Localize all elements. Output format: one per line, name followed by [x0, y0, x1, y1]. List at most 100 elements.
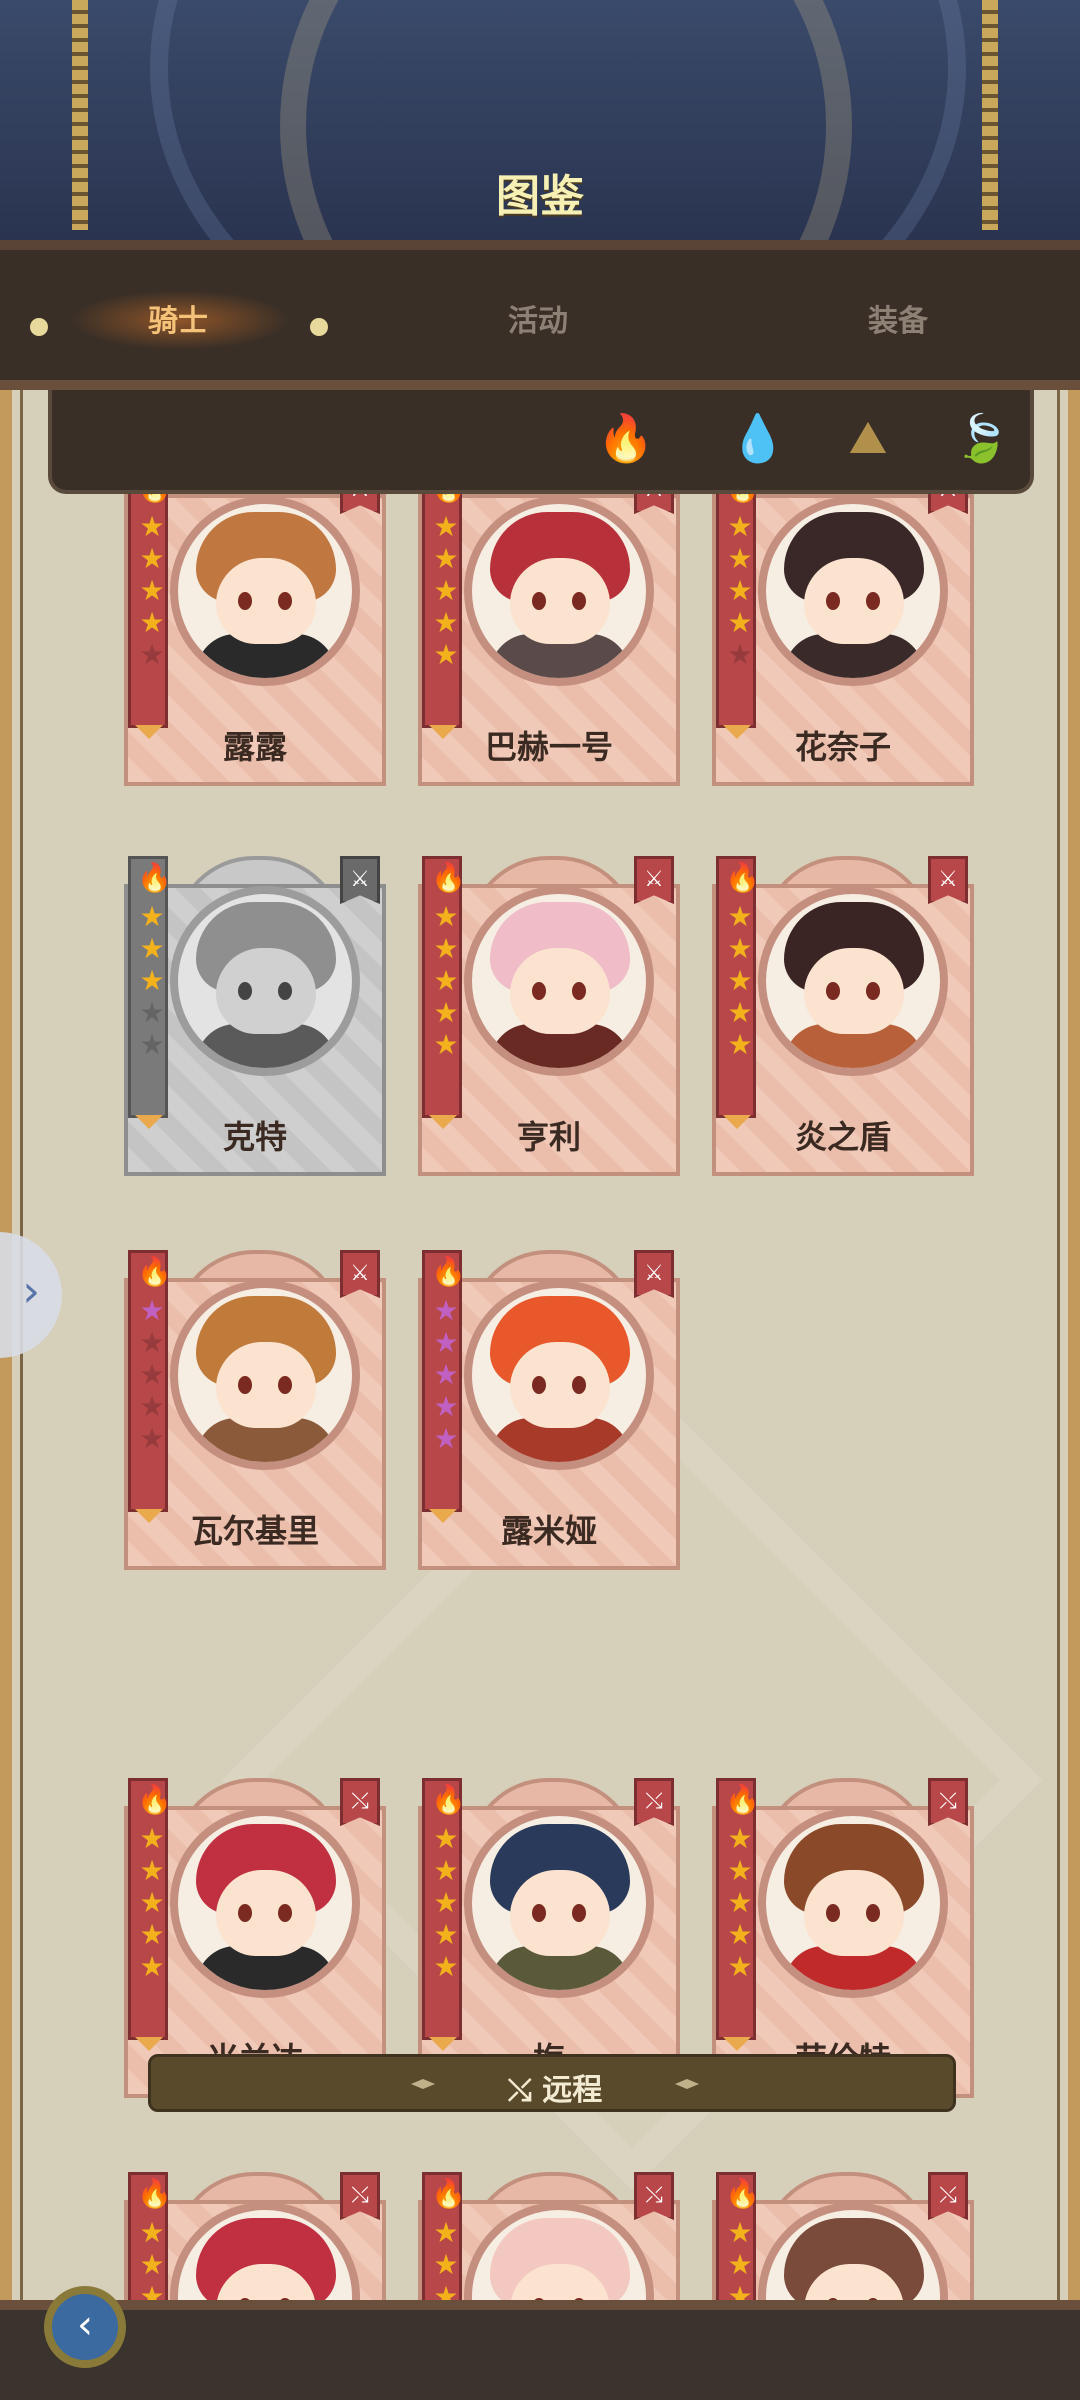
star-icon-empty: ★ [727, 638, 753, 671]
chevron-left-icon: ‹ [77, 2302, 93, 2348]
knight-card[interactable]: 🔥 ★ ★ ★ ★ ★ ⚔ 亨利 [418, 856, 680, 1176]
star-icon-filled: ★ [433, 574, 459, 607]
star-icon-filled: ★ [727, 1950, 753, 1983]
portrait-eye [572, 592, 586, 610]
star-icon-filled: ★ [433, 1422, 459, 1455]
portrait-eye [826, 592, 840, 610]
page-title: 图鉴 [496, 171, 584, 222]
star-icon-filled: ★ [727, 2280, 753, 2301]
water-element-icon[interactable]: 💧 [728, 408, 788, 468]
fire-element-icon: 🔥 [137, 2177, 172, 2210]
portrait-face [216, 1870, 316, 1956]
knight-card[interactable]: 🔥 ★ ★ ★ ★ ★ ⚔ 露米娅 [418, 1250, 680, 1570]
knight-name: 亨利 [516, 1118, 581, 1156]
portrait-eye [532, 1376, 546, 1394]
portrait-face [510, 1342, 610, 1428]
star-icon-filled: ★ [139, 1950, 165, 1983]
knight-card[interactable]: 🔥★★★★★⤯ [418, 2172, 680, 2300]
knight-portrait [170, 1808, 360, 1998]
bow-icon: ⤯ [507, 2073, 543, 2108]
portrait-eye [572, 982, 586, 1000]
star-icon-filled: ★ [727, 1886, 753, 1919]
portrait-eye [532, 1904, 546, 1922]
wind-element-icon[interactable]: 🍃 [952, 408, 1012, 468]
star-icon-filled: ★ [727, 932, 753, 965]
rarity-ribbon: 🔥★★★★★ [422, 2172, 466, 2300]
knight-portrait [464, 1280, 654, 1470]
portrait-eye [278, 1904, 292, 1922]
star-icon-filled: ★ [727, 900, 753, 933]
section-label: ⤯ 远程 [507, 2073, 603, 2108]
star-icon-empty: ★ [139, 1390, 165, 1423]
star-icon-filled: ★ [433, 1028, 459, 1061]
star-icon-filled: ★ [139, 2248, 165, 2281]
knight-card[interactable]: 🔥★★★★★⚔露露 [124, 466, 386, 786]
star-icon-filled: ★ [139, 2216, 165, 2249]
star-icon-filled: ★ [727, 2216, 753, 2249]
fire-element-icon: 🔥 [431, 1255, 466, 1288]
tab-events[interactable]: 活动 [508, 296, 568, 340]
star-icon-filled: ★ [433, 638, 459, 671]
star-icon-filled: ★ [433, 542, 459, 575]
knight-portrait [758, 496, 948, 686]
tab-bar: 骑士 活动 装备 [0, 240, 1080, 390]
star-icon-empty: ★ [139, 1358, 165, 1391]
knight-name: 花奈子 [794, 728, 891, 766]
knight-card[interactable]: 🔥 ★ ★ ★ ★ ★ ⚔ 瓦尔基里 [124, 1250, 386, 1570]
fire-element-icon: 🔥 [725, 2177, 760, 2210]
star-icon-filled: ★ [727, 574, 753, 607]
portrait-eye [238, 1904, 252, 1922]
star-icon-filled: ★ [727, 606, 753, 639]
portrait-eye [572, 1376, 586, 1394]
star-icon-filled: ★ [433, 996, 459, 1029]
star-icon-filled: ★ [727, 964, 753, 997]
fire-element-icon: 🔥 [431, 2177, 466, 2210]
earth-element-icon[interactable]: ⛰ [838, 408, 898, 468]
back-button[interactable]: ‹ [44, 2286, 126, 2368]
knight-card[interactable]: 🔥 ★ ★ ★ ★ ★ ⚔ 克特 [124, 856, 386, 1176]
star-icon-filled: ★ [433, 1390, 459, 1423]
tab-knights[interactable]: 骑士 [148, 296, 208, 340]
star-icon-filled: ★ [727, 1028, 753, 1061]
fire-element-icon: 🔥 [137, 861, 172, 894]
portrait-face [804, 1870, 904, 1956]
knight-card[interactable]: 🔥★★★★★⤯梅 [418, 1778, 680, 2098]
knight-portrait [464, 1808, 654, 1998]
rarity-ribbon: 🔥★★★★★ [716, 466, 760, 739]
knight-card[interactable]: 🔥★★★★★⤯米兰达 [124, 1778, 386, 2098]
star-icon-filled: ★ [433, 2216, 459, 2249]
knight-card[interactable]: 🔥 ★ ★ ★ ★ ★ ⚔ 炎之盾 [712, 856, 974, 1176]
star-icon-filled: ★ [727, 2248, 753, 2281]
rarity-ribbon: 🔥★★★★★ [422, 1778, 466, 2051]
knight-card[interactable]: 🔥★★★★★⤯ [124, 2172, 386, 2300]
portrait-eye [572, 1904, 586, 1922]
header-banner: 图鉴 [0, 0, 1080, 240]
collection-panel[interactable]: 🔥★★★★★⚔露露🔥★★★★★⚔巴赫一号🔥★★★★★⚔花奈子🔥★★★★★⚔克特🔥… [0, 390, 1080, 2300]
star-icon-filled: ★ [433, 1294, 459, 1327]
rarity-ribbon: 🔥★★★★★ [128, 1250, 172, 1523]
knight-card[interactable]: 🔥★★★★★⤯劳伦特 [712, 1778, 974, 2098]
star-icon-filled: ★ [139, 1886, 165, 1919]
knight-name: 瓦尔基里 [190, 1512, 319, 1550]
knight-portrait [464, 496, 654, 686]
knight-portrait [464, 886, 654, 1076]
rarity-ribbon: 🔥★★★★★ [128, 1778, 172, 2051]
star-icon-filled: ★ [727, 1918, 753, 1951]
rarity-ribbon: 🔥★★★★★ [128, 466, 172, 739]
star-icon-filled: ★ [433, 1326, 459, 1359]
portrait-face [510, 1870, 610, 1956]
portrait-eye [238, 982, 252, 1000]
fire-element-icon[interactable]: 🔥 [596, 408, 656, 468]
knight-portrait [170, 886, 360, 1076]
knight-card[interactable]: 🔥★★★★★⚔巴赫一号 [418, 466, 680, 786]
star-icon-filled: ★ [433, 932, 459, 965]
rarity-ribbon: 🔥★★★★★ [128, 856, 172, 1129]
fire-element-icon: 🔥 [431, 1783, 466, 1816]
knight-card[interactable]: 🔥★★★★★⚔花奈子 [712, 466, 974, 786]
portrait-eye [278, 1376, 292, 1394]
fire-element-icon: 🔥 [725, 861, 760, 894]
star-icon-filled: ★ [139, 1918, 165, 1951]
knight-card[interactable]: 🔥★★★★★⤯ [712, 2172, 974, 2300]
tab-equipment[interactable]: 装备 [868, 296, 928, 340]
star-icon-filled: ★ [727, 542, 753, 575]
